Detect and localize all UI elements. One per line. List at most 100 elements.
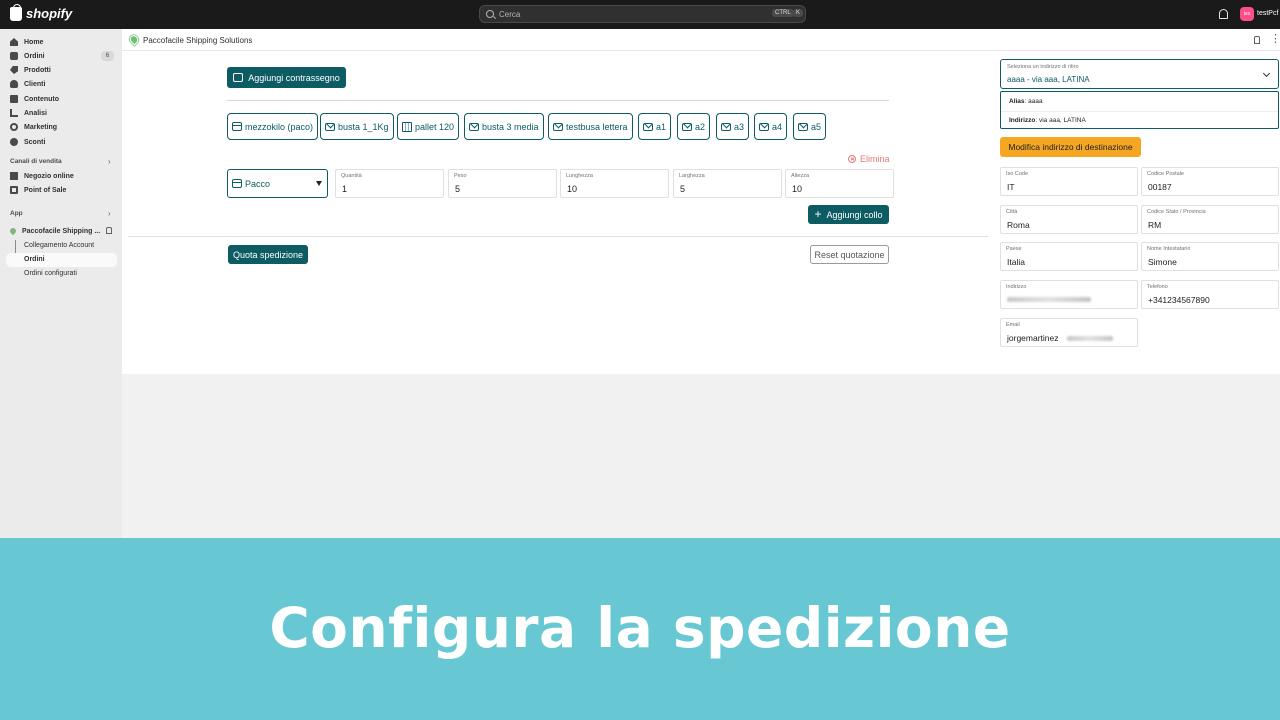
field-label: Paese: [1006, 246, 1022, 252]
postal-code-field[interactable]: Codice Postale 00187: [1141, 167, 1279, 196]
package-label: a1: [656, 121, 667, 132]
sidebar-item-content[interactable]: Contenuto: [10, 92, 59, 106]
shopify-bag-icon: [10, 3, 22, 21]
package-preset-button[interactable]: a2: [677, 113, 711, 140]
box-icon: [232, 122, 242, 131]
chevron-right-icon[interactable]: ›: [108, 157, 111, 166]
sidebar-item-online-store[interactable]: Negozio online: [10, 169, 74, 183]
sidebar-item-label: Negozio online: [24, 172, 74, 180]
sidebar-item-point-of-sale[interactable]: Point of Sale: [10, 183, 66, 197]
quantity-field[interactable]: Quantità 1: [335, 169, 444, 198]
sidebar-item-label: Paccofacile Shipping ...: [22, 227, 101, 235]
address-row: Indirizzo: via aaa, LATINA: [1009, 117, 1086, 124]
more-options-icon[interactable]: ⋮: [1270, 32, 1280, 45]
apps-heading[interactable]: App: [10, 210, 23, 217]
envelope-icon: [759, 122, 769, 131]
country-field[interactable]: Paese Italia: [1000, 242, 1138, 271]
marketing-icon: [10, 123, 18, 131]
sidebar-item-orders[interactable]: Ordini: [10, 49, 45, 63]
pin-icon[interactable]: [1254, 36, 1260, 44]
package-label: a5: [811, 121, 822, 132]
sidebar-subitem-account-link[interactable]: Collegamento Account: [24, 242, 94, 249]
dropdown-arrow-icon: [316, 181, 322, 186]
top-bar: shopify Cerca CTRL K tes testPcf: [0, 0, 1280, 29]
package-preset-button[interactable]: a3: [716, 113, 750, 140]
length-field[interactable]: Lunghezza 10: [560, 169, 669, 198]
store-name[interactable]: testPcf: [1257, 10, 1278, 17]
field-label: Peso: [454, 173, 467, 179]
sidebar-item-customers[interactable]: Clienti: [10, 77, 45, 91]
alias-row: Alias: aaaa: [1009, 98, 1043, 105]
tag-icon: [10, 66, 18, 74]
pin-icon[interactable]: [106, 227, 112, 234]
delete-label: Elimina: [860, 154, 890, 164]
sidebar-item-label: Ordini: [24, 52, 45, 60]
add-cod-label: Aggiungi contrassegno: [248, 72, 340, 83]
iso-code-field[interactable]: Iso Code IT: [1000, 167, 1138, 196]
address-field[interactable]: Indirizzo: [1000, 280, 1138, 309]
sidebar-item-paccofacile[interactable]: Paccofacile Shipping ...: [8, 224, 101, 238]
avatar[interactable]: tes: [1240, 7, 1254, 21]
chevron-right-icon[interactable]: ›: [108, 209, 111, 218]
pickup-address-select[interactable]: Seleziona un indirizzo di ritiro aaaa - …: [1000, 59, 1279, 89]
card-icon: [233, 73, 244, 82]
close-circle-icon: [848, 155, 856, 163]
analytics-icon: [10, 109, 18, 117]
bell-icon[interactable]: [1219, 9, 1228, 19]
app-content: Aggiungi contrassegno mezzokilo (paco) b…: [122, 51, 1280, 374]
search-input[interactable]: Cerca CTRL K: [479, 5, 806, 23]
user-icon: [10, 80, 18, 88]
package-type-select[interactable]: Pacco: [227, 169, 328, 198]
sidebar-item-discounts[interactable]: Sconti: [10, 135, 45, 149]
delete-parcel-button[interactable]: Elimina: [848, 154, 890, 164]
shopify-logo[interactable]: shopify: [10, 3, 73, 21]
divider: [1001, 111, 1278, 112]
field-value: 5: [680, 184, 686, 194]
package-preset-button[interactable]: testbusa lettera: [548, 113, 633, 140]
city-field[interactable]: Città Roma: [1000, 205, 1138, 234]
envelope-icon: [682, 122, 692, 131]
package-label: busta 3 media: [482, 121, 539, 132]
package-preset-button[interactable]: mezzokilo (paco): [227, 113, 319, 140]
package-preset-button[interactable]: a1: [638, 113, 672, 140]
alias-label: Alias: [1009, 98, 1025, 105]
add-cod-button[interactable]: Aggiungi contrassegno: [227, 67, 346, 88]
province-field[interactable]: Codice Stato / Provincia RM: [1141, 205, 1279, 234]
sidebar-subitem-configured-orders[interactable]: Ordini configurati: [24, 270, 77, 277]
sidebar-item-analytics[interactable]: Analisi: [10, 106, 47, 120]
sidebar-item-home[interactable]: Home: [10, 35, 43, 49]
sidebar-item-label: Contenuto: [24, 95, 59, 103]
field-value: IT: [1007, 182, 1015, 192]
edit-destination-button[interactable]: Modifica indirizzo di destinazione: [1000, 137, 1141, 157]
field-label: Larghezza: [679, 173, 705, 179]
content-icon: [10, 95, 18, 103]
sidebar-item-products[interactable]: Prodotti: [10, 63, 51, 77]
app-logo-icon: [127, 33, 141, 46]
brand-name: shopify: [26, 6, 73, 21]
package-preset-button[interactable]: a5: [793, 113, 827, 140]
width-field[interactable]: Larghezza 5: [673, 169, 782, 198]
sidebar-subitem-orders[interactable]: Ordini: [24, 256, 45, 263]
sales-channels-heading[interactable]: Canali di vendita: [10, 158, 62, 165]
add-parcel-button[interactable]: + Aggiungi collo: [808, 205, 889, 224]
height-field[interactable]: Altezza 10: [785, 169, 894, 198]
chevron-down-icon: [1262, 69, 1271, 78]
envelope-icon: [798, 122, 808, 131]
quote-shipment-button[interactable]: Quota spedizione: [228, 245, 308, 264]
sidebar-item-label: Sconti: [24, 138, 46, 146]
package-preset-button[interactable]: a4: [754, 113, 788, 140]
package-preset-button[interactable]: busta 1_1Kg: [320, 113, 394, 140]
package-preset-button[interactable]: pallet 120: [397, 113, 460, 140]
reset-quote-button[interactable]: Reset quotazione: [810, 245, 889, 264]
package-label: testbusa lettera: [566, 121, 628, 132]
sidebar-item-marketing[interactable]: Marketing: [10, 120, 57, 134]
recipient-name-field[interactable]: Nome Intestatario Simone: [1141, 242, 1279, 271]
phone-field[interactable]: Telefono +341234567890: [1141, 280, 1279, 309]
app-title: Paccofacile Shipping Solutions: [143, 36, 253, 45]
search-placeholder: Cerca: [499, 9, 521, 19]
weight-field[interactable]: Peso 5: [448, 169, 557, 198]
package-preset-button[interactable]: busta 3 media: [464, 113, 544, 140]
active-item-highlight: [6, 253, 117, 267]
app-logo-icon: [8, 226, 18, 236]
email-field[interactable]: Email jorgemartinez: [1000, 318, 1138, 347]
